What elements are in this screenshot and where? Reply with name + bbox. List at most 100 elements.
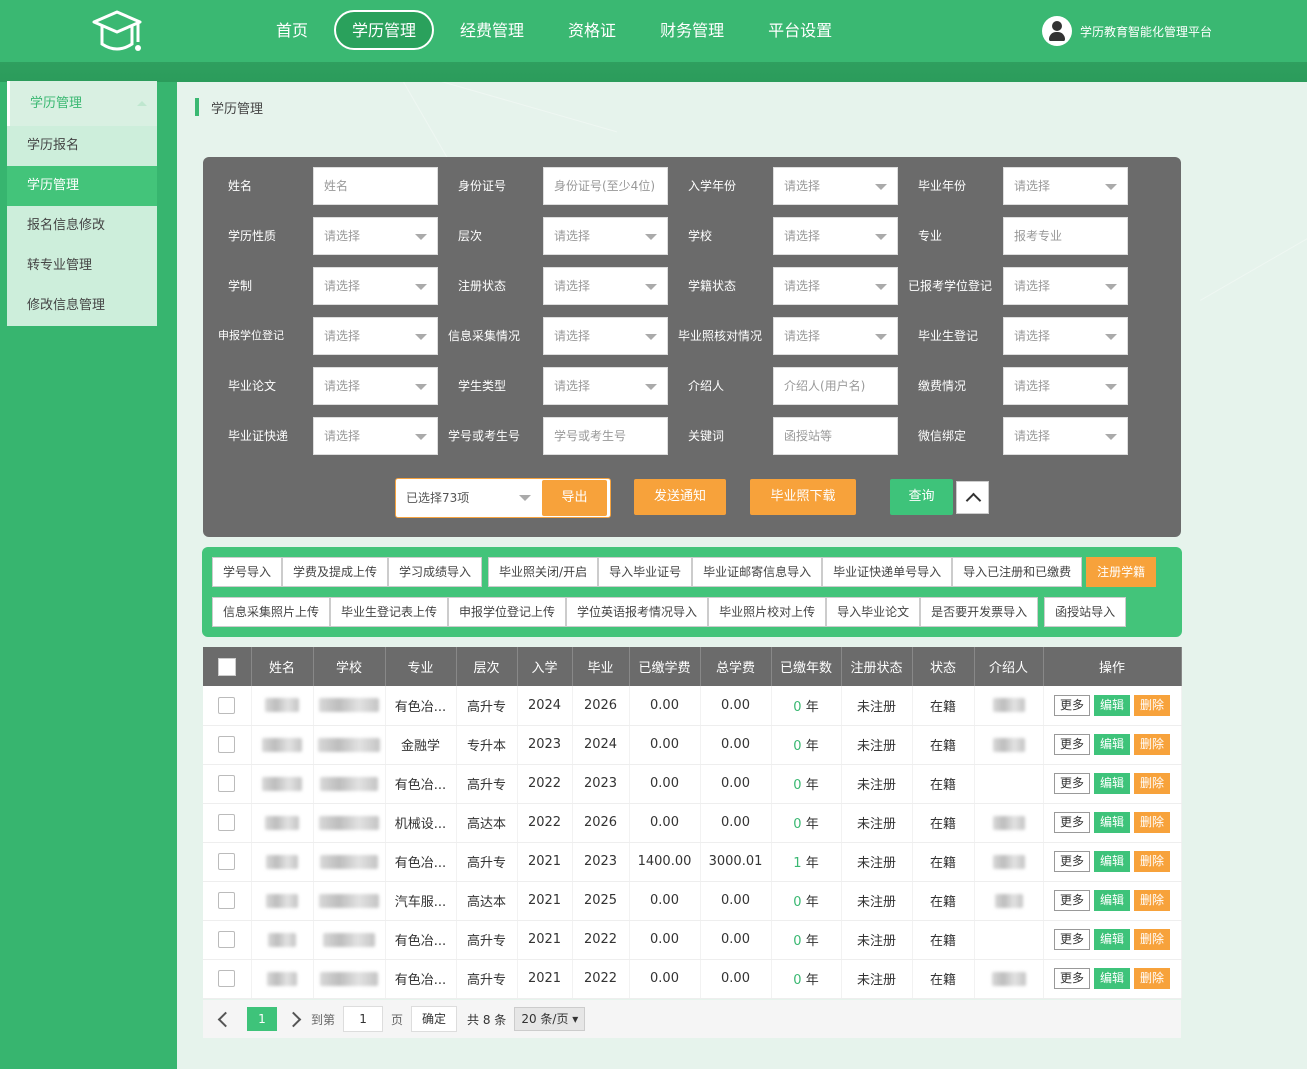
delete-button[interactable]: 删除 xyxy=(1134,929,1171,950)
id-input[interactable]: 身份证号(至少4位) xyxy=(543,167,668,205)
keyword-input[interactable]: 函授站等 xyxy=(773,417,898,455)
school-select[interactable]: 请选择 xyxy=(773,217,898,255)
row-checkbox[interactable] xyxy=(218,892,236,909)
more-button[interactable]: 更多 xyxy=(1053,812,1090,833)
nav-education[interactable]: 学历管理 xyxy=(334,10,435,50)
grad-year-select[interactable]: 请选择 xyxy=(1003,167,1128,205)
photo-check-upload-button[interactable]: 毕业照片校对上传 xyxy=(708,597,827,627)
major-input[interactable]: 报考专业 xyxy=(1003,217,1128,255)
nav-certificates[interactable]: 资格证 xyxy=(550,10,634,50)
degree-reg-select[interactable]: 请选择 xyxy=(1003,267,1128,305)
edit-button[interactable]: 编辑 xyxy=(1093,734,1130,755)
grades-import-button[interactable]: 学习成绩导入 xyxy=(388,557,483,587)
registered-paid-import-button[interactable]: 导入已注册和已缴费 xyxy=(952,557,1083,587)
grad-form-upload-button[interactable]: 毕业生登记表上传 xyxy=(330,597,449,627)
export-button[interactable]: 导出 xyxy=(542,480,607,516)
row-checkbox[interactable] xyxy=(218,736,236,753)
select-all-checkbox[interactable] xyxy=(217,657,236,676)
row-checkbox[interactable] xyxy=(218,970,236,987)
student-no-import-button[interactable]: 学号导入 xyxy=(212,557,283,587)
cert-no-import-button[interactable]: 导入毕业证号 xyxy=(598,557,693,587)
nav-funds[interactable]: 经费管理 xyxy=(442,10,542,50)
sidebar-item-major-transfer[interactable]: 转专业管理 xyxy=(7,246,157,286)
apply-degree-select[interactable]: 请选择 xyxy=(313,317,438,355)
info-photo-upload-button[interactable]: 信息采集照片上传 xyxy=(212,597,331,627)
student-type-select[interactable]: 请选择 xyxy=(543,367,668,405)
export-fields-select[interactable]: 已选择73项 xyxy=(396,479,541,517)
grad-reg-select[interactable]: 请选择 xyxy=(1003,317,1128,355)
sidebar-item-education-management[interactable]: 学历管理 xyxy=(7,166,157,206)
invoice-import-button[interactable]: 是否要开发票导入 xyxy=(920,597,1039,627)
row-checkbox[interactable] xyxy=(218,931,236,948)
degree-apply-upload-button[interactable]: 申报学位登记上传 xyxy=(448,597,567,627)
row-checkbox[interactable] xyxy=(218,814,236,831)
page-size-select[interactable]: 20 条/页 ▾ xyxy=(514,1007,586,1031)
edu-nature-select[interactable]: 请选择 xyxy=(313,217,438,255)
edit-button[interactable]: 编辑 xyxy=(1093,929,1130,950)
delete-button[interactable]: 删除 xyxy=(1134,694,1171,716)
info-collect-select[interactable]: 请选择 xyxy=(543,317,668,355)
more-button[interactable]: 更多 xyxy=(1053,734,1090,755)
query-button[interactable]: 查询 xyxy=(890,479,953,515)
delete-button[interactable]: 删除 xyxy=(1134,968,1171,989)
send-notify-button[interactable]: 发送通知 xyxy=(634,479,726,515)
payment-select[interactable]: 请选择 xyxy=(1003,367,1128,405)
row-checkbox[interactable] xyxy=(218,775,236,792)
more-button[interactable]: 更多 xyxy=(1053,968,1090,989)
paid-cell: 0.00 xyxy=(629,920,701,960)
more-button[interactable]: 更多 xyxy=(1053,851,1090,872)
nav-home[interactable]: 首页 xyxy=(258,10,326,50)
goto-page-input[interactable]: 1 xyxy=(343,1006,384,1032)
more-button[interactable]: 更多 xyxy=(1053,890,1090,911)
row-checkbox[interactable] xyxy=(218,696,236,714)
degree-english-import-button[interactable]: 学位英语报考情况导入 xyxy=(566,597,709,627)
sidebar-group-header[interactable]: 学历管理 xyxy=(7,81,157,126)
more-button[interactable]: 更多 xyxy=(1053,694,1090,716)
sidebar-item-enrollment[interactable]: 学历报名 xyxy=(7,126,157,166)
photo-download-button[interactable]: 毕业照下载 xyxy=(750,479,856,515)
edit-button[interactable]: 编辑 xyxy=(1093,773,1130,794)
more-button[interactable]: 更多 xyxy=(1053,929,1090,950)
student-no-input[interactable]: 学号或考生号 xyxy=(543,417,668,455)
delete-button[interactable]: 删除 xyxy=(1134,851,1171,872)
thesis-select[interactable]: 请选择 xyxy=(313,367,438,405)
thesis-import-button[interactable]: 导入毕业论文 xyxy=(826,597,921,627)
level-select[interactable]: 请选择 xyxy=(543,217,668,255)
more-button[interactable]: 更多 xyxy=(1053,773,1090,794)
prev-page-icon[interactable] xyxy=(213,1009,233,1029)
enroll-year-select[interactable]: 请选择 xyxy=(773,167,898,205)
edit-button[interactable]: 编辑 xyxy=(1093,851,1130,872)
collapse-up-icon[interactable] xyxy=(956,481,989,514)
next-page-icon[interactable] xyxy=(285,1009,305,1029)
row-checkbox[interactable] xyxy=(218,853,236,870)
sidebar-item-enrollment-edit[interactable]: 报名信息修改 xyxy=(7,206,157,246)
system-select[interactable]: 请选择 xyxy=(313,267,438,305)
goto-confirm-button[interactable]: 确定 xyxy=(411,1006,458,1032)
photo-check-select[interactable]: 请选择 xyxy=(773,317,898,355)
delete-button[interactable]: 删除 xyxy=(1134,812,1171,833)
wechat-select[interactable]: 请选择 xyxy=(1003,417,1128,455)
delete-button[interactable]: 删除 xyxy=(1134,890,1171,911)
edit-button[interactable]: 编辑 xyxy=(1093,968,1130,989)
cert-express-import-button[interactable]: 毕业证快递单号导入 xyxy=(822,557,953,587)
edit-button[interactable]: 编辑 xyxy=(1093,694,1130,716)
name-input[interactable]: 姓名 xyxy=(313,167,438,205)
nav-platform-settings[interactable]: 平台设置 xyxy=(750,10,850,50)
nav-finance[interactable]: 财务管理 xyxy=(642,10,742,50)
tuition-upload-button[interactable]: 学费及提成上传 xyxy=(282,557,389,587)
edit-button[interactable]: 编辑 xyxy=(1093,812,1130,833)
current-page[interactable]: 1 xyxy=(247,1007,277,1031)
referrer-input[interactable]: 介绍人(用户名) xyxy=(773,367,898,405)
station-import-button[interactable]: 函授站导入 xyxy=(1044,597,1127,627)
register-roll-button[interactable]: 注册学籍 xyxy=(1086,557,1157,587)
delete-button[interactable]: 删除 xyxy=(1134,734,1171,755)
edit-button[interactable]: 编辑 xyxy=(1093,890,1130,911)
cert-express-select[interactable]: 请选择 xyxy=(313,417,438,455)
user-menu[interactable]: 学历教育智能化管理平台 xyxy=(1042,16,1212,46)
photo-toggle-button[interactable]: 毕业照关闭/开启 xyxy=(488,557,599,587)
sidebar-item-info-edit[interactable]: 修改信息管理 xyxy=(7,286,157,326)
reg-status-select[interactable]: 请选择 xyxy=(543,267,668,305)
roll-status-select[interactable]: 请选择 xyxy=(773,267,898,305)
cert-mail-import-button[interactable]: 毕业证邮寄信息导入 xyxy=(692,557,823,587)
delete-button[interactable]: 删除 xyxy=(1134,773,1171,794)
